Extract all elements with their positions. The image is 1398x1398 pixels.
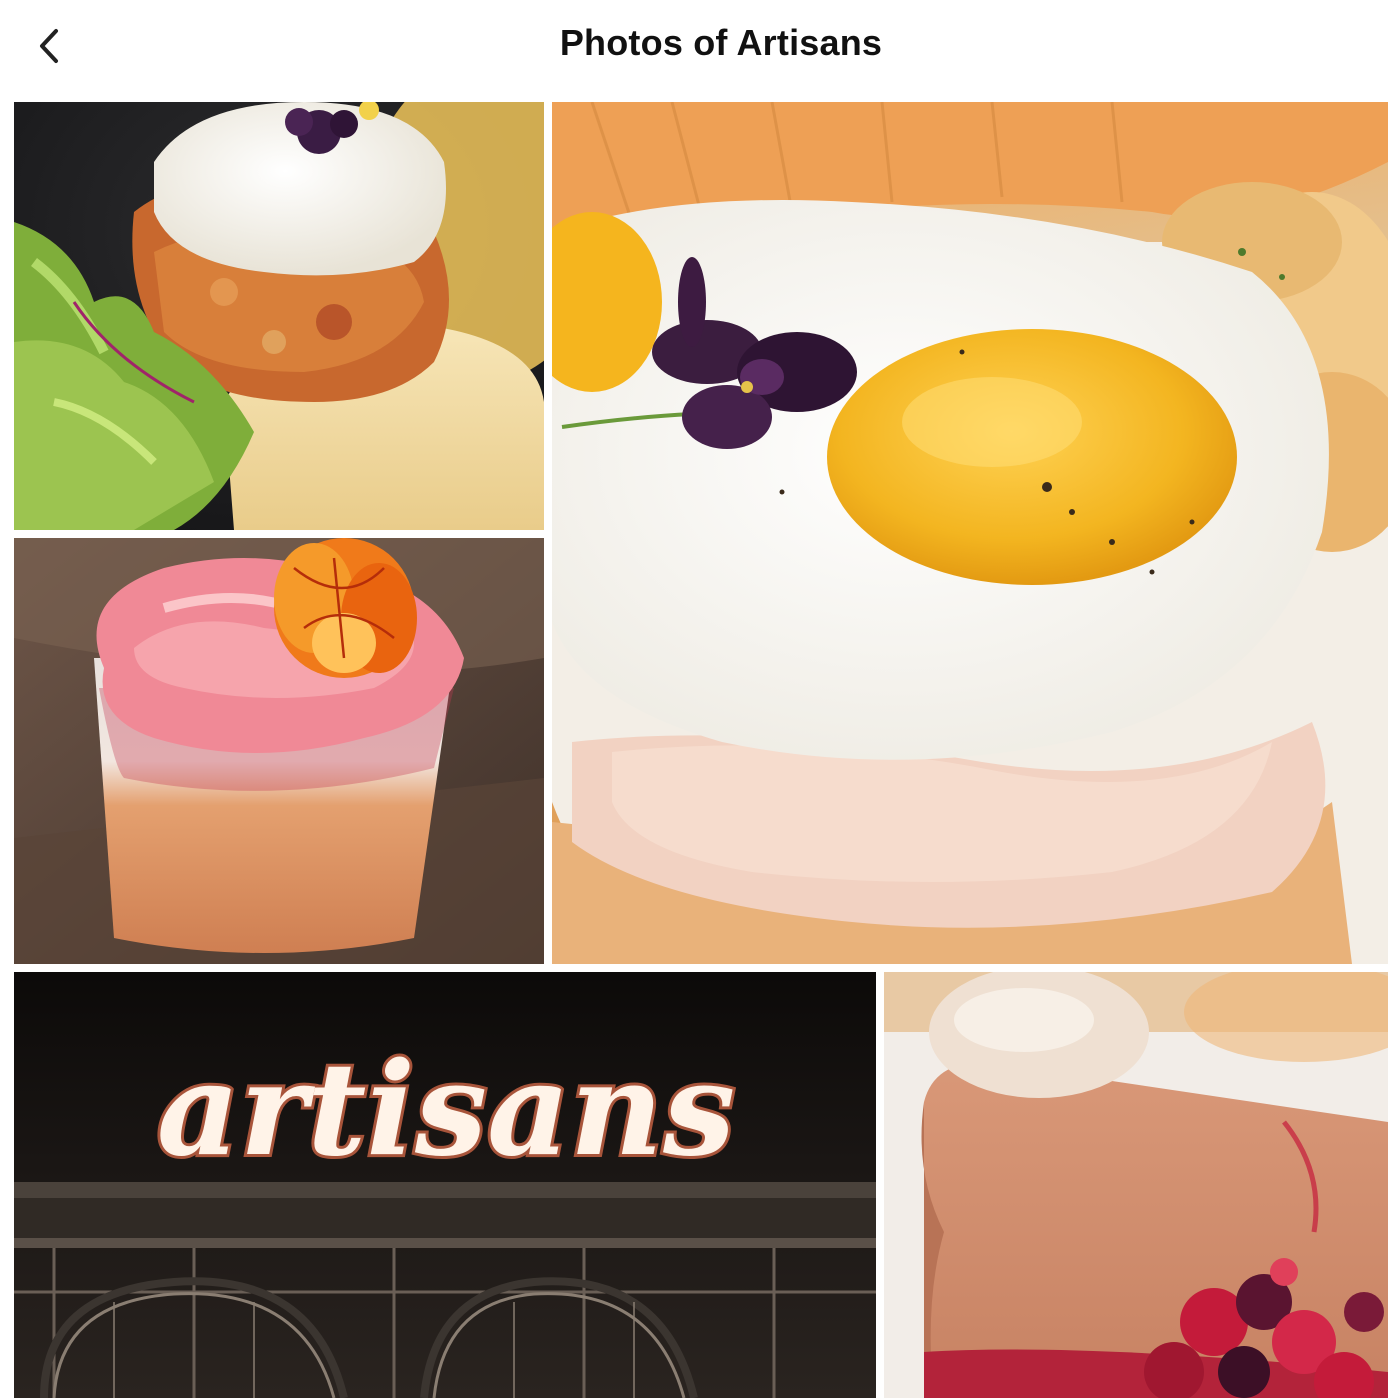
page-title: Photos of Artisans [559,22,883,63]
photo-restaurant-sign[interactable]: artisans [14,972,876,1398]
top-bar: Photos of Artisans [0,0,1398,92]
photo-fried-egg-croissant[interactable] [552,102,1388,964]
sign-text: artisans [157,1035,735,1185]
photo-poached-egg-crabcake[interactable] [14,102,544,530]
photo-pink-cocktail[interactable] [14,538,544,964]
photo-mousse-dessert[interactable] [884,972,1388,1398]
